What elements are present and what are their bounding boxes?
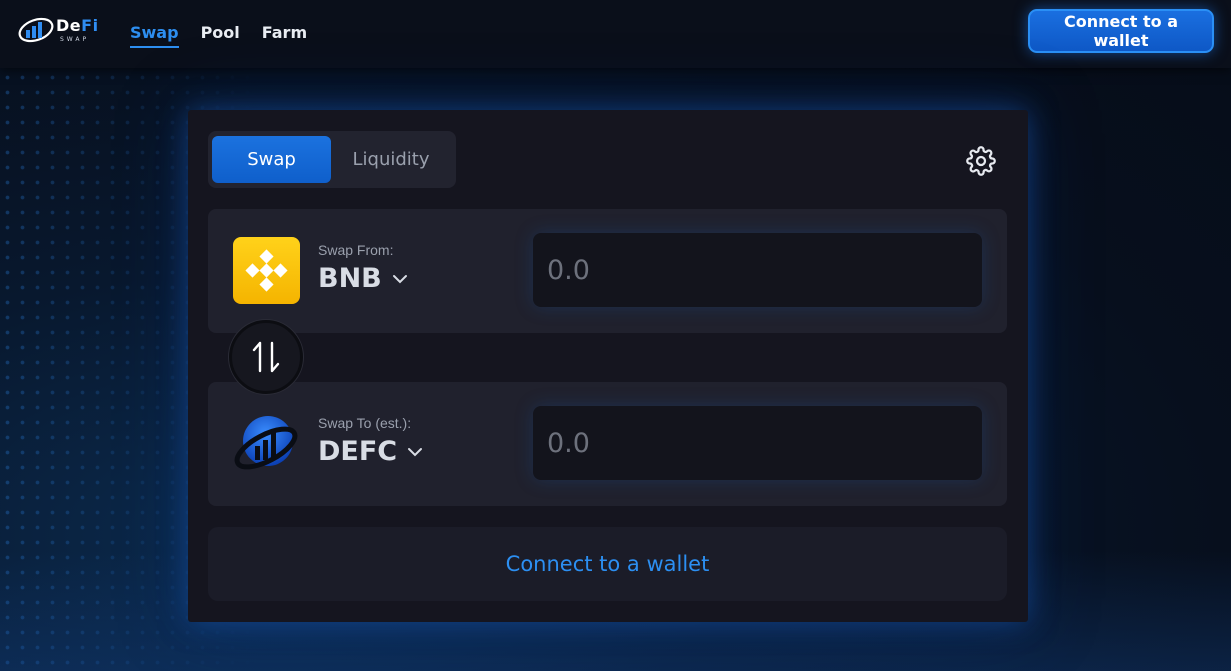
from-amount-input[interactable] (533, 233, 982, 307)
tab-liquidity[interactable]: Liquidity (334, 136, 448, 183)
to-token-name: DEFC (318, 436, 398, 467)
swap-to-label: Swap To (est.): (318, 415, 412, 431)
nav-pool[interactable]: Pool (201, 23, 240, 48)
brand-subtitle: SWAP (60, 36, 90, 43)
logo-mark-icon (18, 17, 54, 43)
from-token-name: BNB (318, 263, 382, 294)
settings-gear-icon[interactable] (966, 146, 996, 176)
swap-tabs: Swap Liquidity (208, 131, 456, 188)
nav-swap[interactable]: Swap (130, 23, 179, 48)
swap-from-panel: Swap From: BNB (208, 209, 1007, 333)
to-amount-input[interactable] (533, 406, 982, 480)
top-header: DeFi SWAP Swap Pool Farm Connect to a wa… (0, 0, 1231, 68)
swap-to-panel: Swap To (est.): DEFC (208, 382, 1007, 506)
connect-wallet-button[interactable]: Connect to a wallet (208, 527, 1007, 601)
chevron-down-icon (408, 447, 423, 456)
to-token-select[interactable]: DEFC (318, 436, 423, 467)
brand-logo[interactable]: DeFi SWAP (18, 15, 100, 47)
swap-from-label: Swap From: (318, 242, 394, 258)
swap-card: Swap Liquidity Swap From: BNB 0.0 Swap T… (188, 110, 1028, 622)
main-nav: Swap Pool Farm (130, 23, 307, 48)
switch-tokens-button[interactable] (229, 320, 303, 394)
swap-arrows-icon (252, 341, 280, 373)
from-token-select[interactable]: BNB (318, 263, 408, 294)
nav-farm[interactable]: Farm (262, 23, 307, 48)
tab-swap[interactable]: Swap (212, 136, 331, 183)
header-connect-wallet-button[interactable]: Connect to a wallet (1028, 9, 1214, 53)
defc-icon (233, 410, 300, 477)
chevron-down-icon (392, 274, 407, 283)
bnb-icon (233, 237, 300, 304)
brand-name: DeFi (56, 16, 99, 35)
